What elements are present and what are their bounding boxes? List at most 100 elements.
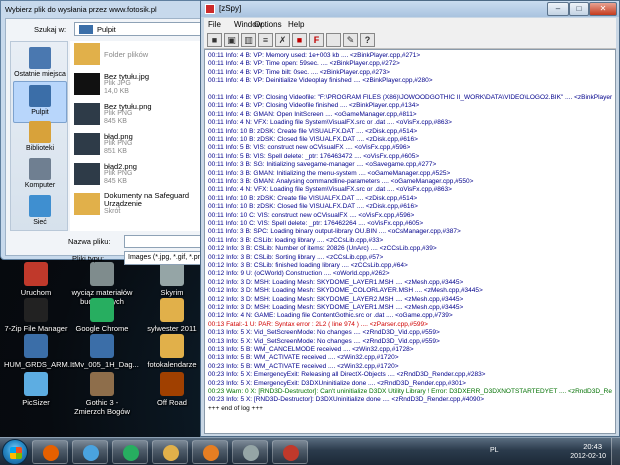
file-type: Plik PNG [104,110,133,117]
menu-options[interactable]: Options [254,20,282,29]
log-line: 00:11 Info: 3 B: CSLib: loading library … [208,236,384,244]
place-label: Biblioteki [25,145,54,152]
desktop-icon-label: Uruchom [20,288,52,297]
dialog-title: Wybierz plik do wysłania przez www.fotos… [5,5,157,14]
language-indicator[interactable]: PL [490,447,499,454]
log-line: 00:23 Warn: 0 X: [RND3D-Destructor]: Can… [208,388,612,395]
file-item[interactable]: Folder plików [72,41,212,67]
menu-file[interactable]: File [208,20,221,29]
place-item[interactable]: Komputer [13,155,67,197]
log-line: 00:23 Info: 5 X: EmergencyExit: D3DXUnin… [208,379,466,387]
clear-icon[interactable]: ✗ [275,33,290,47]
places-bar: Ostatnie miejsca Pulpit Biblioteki Komputer… [10,41,68,231]
desktop-icon[interactable]: fotokalendarze [140,334,204,369]
desktop-icon-label: Skyrim [160,288,184,297]
copy-icon[interactable]: ▥ [241,33,256,47]
desktop-icon[interactable]: 7-Zip File Manager [4,298,68,333]
place-item[interactable]: Biblioteki [13,118,67,160]
place-item[interactable]: Ostatnie miejsca [13,44,67,86]
log-line: 00:11 Info: 4 B: VP: Time bilt: 0sec. ..… [208,68,390,76]
file-type-label: Pliki typu: [72,254,105,263]
desktop-icon-label: sylwester 2011 [147,324,197,333]
zspy-menubar: File Window Options Help [204,18,616,31]
stop-icon[interactable]: ■ [292,33,307,47]
desktop-icon[interactable]: Skyrim [140,262,204,297]
file-size: 14,0 KB [104,88,129,95]
desktop-icon[interactable]: PicSizer [4,372,68,407]
taskbar-button[interactable] [32,440,68,464]
file-list[interactable]: Folder plików Bez tytułu.jpg Plik JPG 14,0 … [70,41,214,231]
bookmark-icon [283,445,299,461]
picsizer-icon [24,372,48,396]
desktop-icon[interactable]: Off Road [140,372,204,407]
file-icon [90,334,114,358]
file-item[interactable]: Bez tytułu.png Plik PNG 845 KB [72,101,212,127]
log-view[interactable]: 00:11 Info: 4 B: VP: Memory used: 1e+003… [204,49,616,434]
menu-help[interactable]: Help [288,20,304,29]
file-item[interactable]: Bez tytułu.jpg Plik JPG 14,0 KB [72,71,212,97]
desktop-icon-label: HUM_GRDS_ARM... [4,360,75,369]
file-item[interactable]: błąd.png Plik PNG 851 KB [72,131,212,157]
taskbar: PL 20:43 2012-02-10 [0,437,620,465]
help-icon[interactable]: ? [360,33,375,47]
save-icon[interactable]: ■ [207,33,222,47]
desktop-icon-label: ItMv_005_1H_Dag... [70,360,139,369]
recent-places-icon [29,47,51,69]
blank-icon[interactable] [326,33,341,47]
desktop-icon[interactable]: HUM_GRDS_ARM... [4,334,75,369]
log-line: 00:23 Info: 5 X: [RND3D-Destructor]: D3D… [208,396,485,404]
taskbar-button[interactable] [272,440,308,464]
taskbar-button[interactable] [232,440,268,464]
desktop-icon[interactable]: ItMv_005_1H_Dag... [70,334,139,369]
log-line: 00:11 Info: 4 B: VP: Memory used: 1e+003… [208,52,421,59]
clock-time[interactable]: 20:43 [583,442,602,451]
log-line: 00:12 Info: 3 D: MSH: Loading Mesh: SKYD… [208,287,483,295]
log-line: 00:13 Info: 5 B: WM_CANCELMODE received … [208,346,414,353]
show-desktop-button[interactable] [611,438,620,465]
zspy-toolbar: ■ ▣ ▥ ≡ ✗ ■ F ✎? [204,31,616,49]
taskbar-button[interactable] [72,440,108,464]
file-item[interactable]: Dokumenty na Safeguard Urządzenie Skrót [72,191,212,217]
place-label: Sieć [33,219,47,226]
taskbar-button[interactable] [192,440,228,464]
close-button[interactable]: ✕ [589,2,617,16]
file-item[interactable]: błąd2.png Plik PNG 845 KB [72,161,212,187]
file-size: 845 KB [104,118,127,125]
place-label: Komputer [24,182,56,189]
list-icon[interactable]: ≡ [258,33,273,47]
taskbar-button[interactable] [152,440,188,464]
open-icon[interactable]: ▣ [224,33,239,47]
place-item[interactable]: Pulpit [13,81,67,123]
log-line: 00:12 Info: 3 D: MSH: Loading Mesh: SKYD… [208,295,464,303]
look-in-select[interactable]: Pulpit [74,22,214,36]
image-thumbnail [74,133,100,155]
desktop-icon-label: Off Road [157,398,187,407]
image-thumbnail [74,73,100,95]
log-line: 00:11 Info: 5 B: VIS: construct new oCVi… [208,144,411,152]
log-line: 00:12 Info: 9 U: (oCWorld) Construction … [208,270,390,278]
desktop-icon[interactable]: Google Chrome [70,298,134,333]
filter-icon[interactable]: F [309,33,324,47]
start-button[interactable] [2,439,28,465]
log-line: 00:12 Info: 3 B: CSLib: Sorting library … [208,253,384,261]
document-icon [90,262,114,286]
maximize-button[interactable]: □ [569,2,589,16]
log-line: 00:11 Info: 3 B: SPC: Loading binary out… [208,228,461,236]
desktop-icon[interactable]: sylwester 2011 [140,298,204,333]
minimize-button[interactable]: – [547,2,569,16]
place-label: Ostatnie miejsca [14,71,66,78]
folder-icon [74,43,100,65]
clock-date[interactable]: 2012-02-10 [570,453,606,460]
zspy-titlebar[interactable]: [zSpy] – □ ✕ [201,1,619,17]
log-line: 00:11 Info: 5 B: VIS: Spell delete: _ptr… [208,152,420,160]
log-line: +++ end of log +++ [208,404,263,412]
taskbar-button[interactable] [112,440,148,464]
chrome-icon [90,298,114,322]
media-player-icon [203,445,219,461]
edit-icon[interactable]: ✎ [343,33,358,47]
log-line: 00:11 Info: 3 B: GMAN: Initializing the … [208,169,451,177]
desktop-icon[interactable]: Uruchom [4,262,68,297]
place-item[interactable]: Sieć [13,192,67,234]
desktop-icon[interactable]: Gothic 3 - Zmierzch Bogów [70,372,134,416]
gadget-icon [243,445,259,461]
